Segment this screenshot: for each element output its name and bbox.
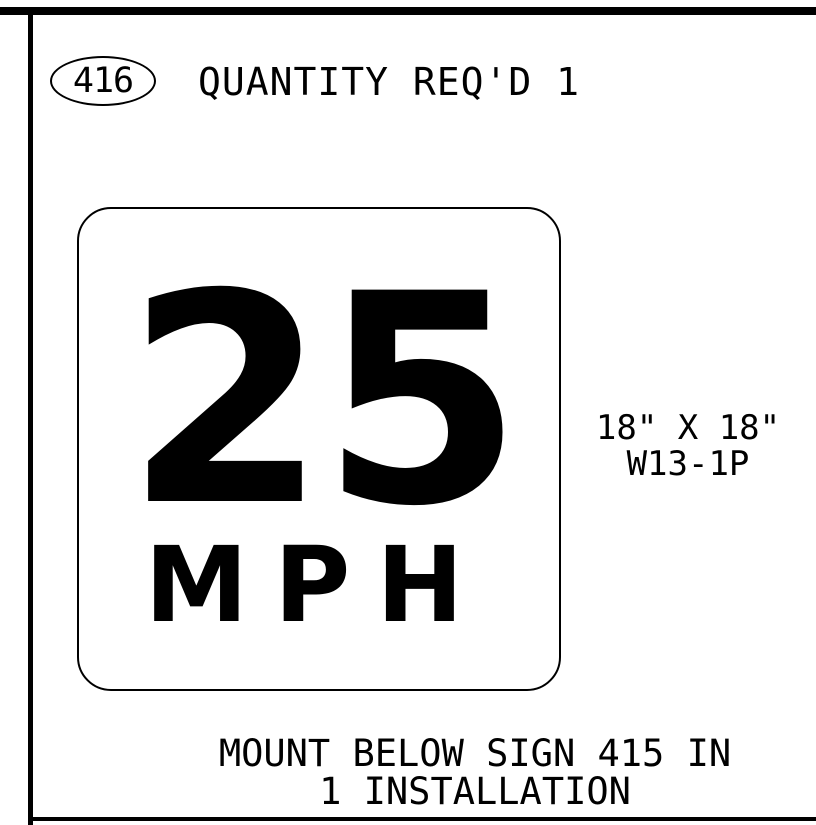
mounting-note: MOUNT BELOW SIGN 415 IN 1 INSTALLATION (150, 735, 800, 811)
sign-dimensions: 18" X 18" W13-1P (568, 410, 808, 482)
sign-speed-unit: MPH (145, 524, 490, 646)
sign-size: 18" X 18" (595, 408, 781, 448)
frame-top-border (0, 7, 816, 15)
frame-bottom-border (28, 817, 816, 821)
sign-speed-value: 25 (125, 233, 517, 570)
quantity-required-label: QUANTITY REQ'D 1 (198, 60, 581, 104)
frame-left-border (28, 7, 33, 825)
speed-advisory-sign: 25 MPH (77, 207, 561, 691)
mounting-note-line-2: 1 INSTALLATION (319, 770, 631, 813)
sign-number-callout: 416 (50, 56, 156, 106)
mounting-note-line-1: MOUNT BELOW SIGN 415 IN (218, 732, 732, 775)
sign-code: W13-1P (626, 444, 750, 484)
sign-legend: 25 MPH (125, 233, 523, 646)
